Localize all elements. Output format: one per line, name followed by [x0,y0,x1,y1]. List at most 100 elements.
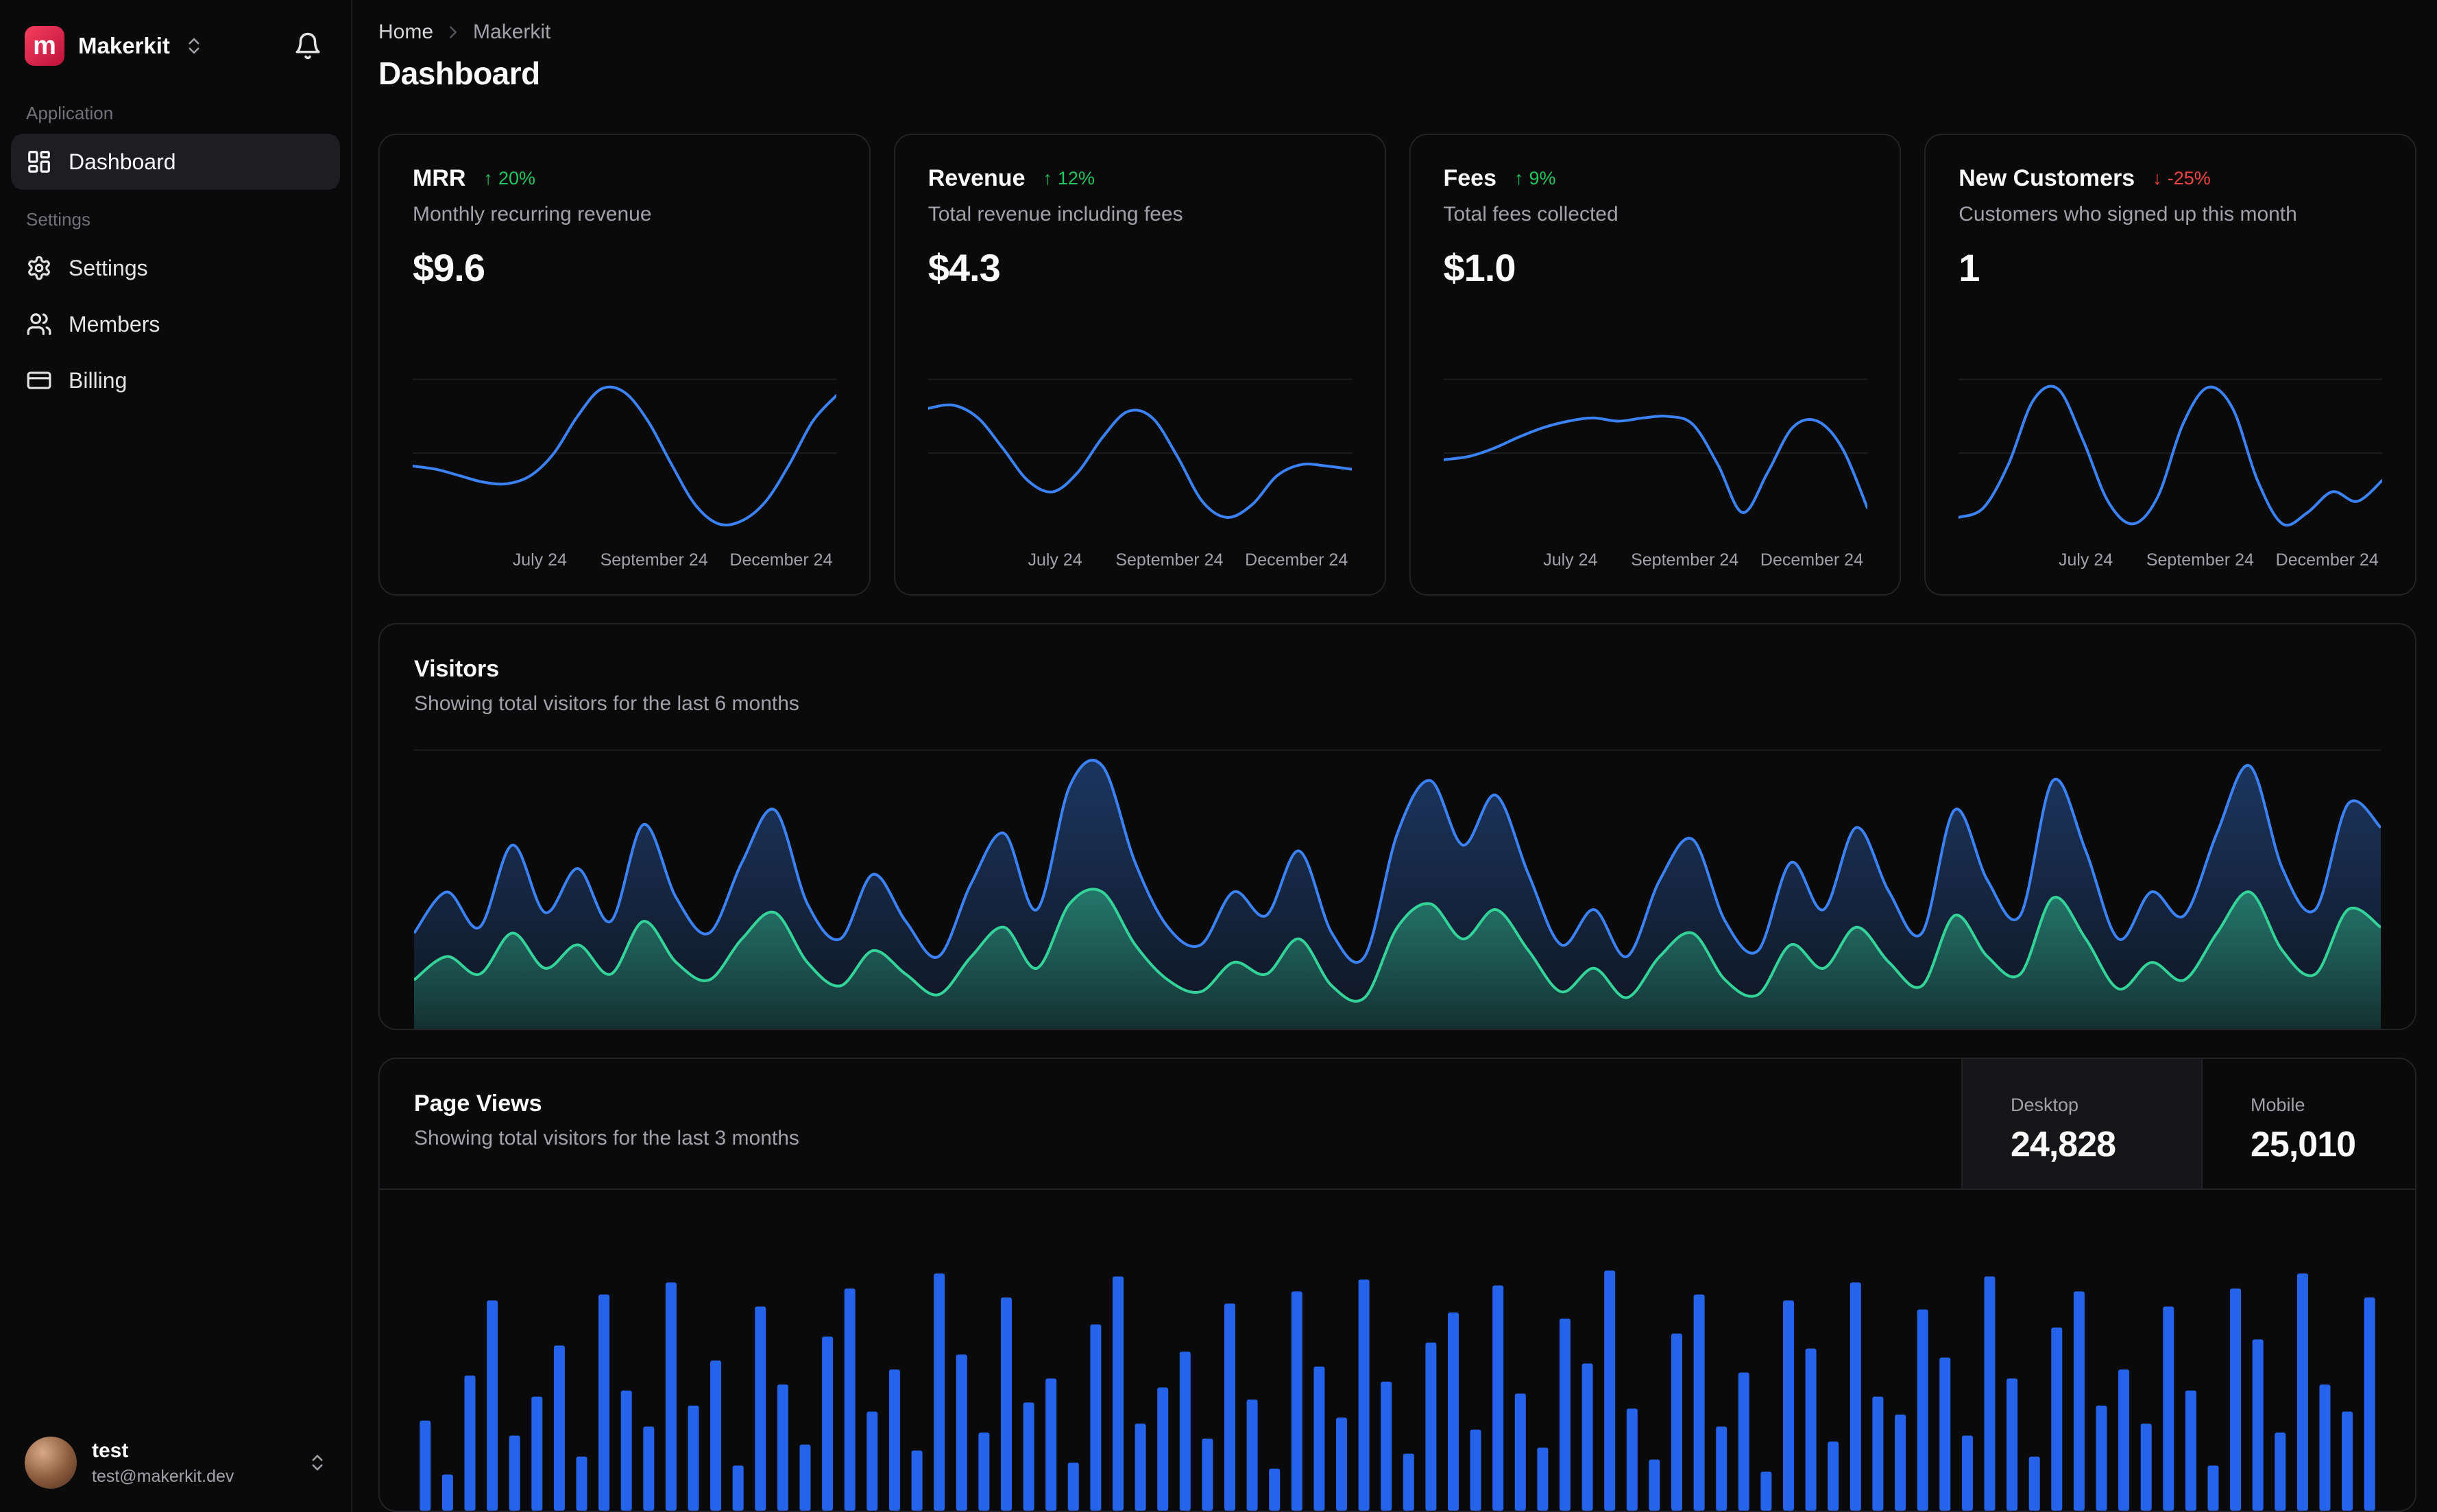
visitors-area-chart [413,747,2382,1029]
stat-value: $1.0 [1443,245,1516,289]
visitors-title: Visitors [414,655,500,682]
axis-tick: July 24 [512,550,567,570]
dashboard-icon [26,149,52,175]
axis-tick: September 24 [2146,550,2254,570]
user-menu[interactable]: test test@makerkit.dev [0,1416,351,1512]
chevrons-up-down-icon [307,1452,328,1473]
mrr-sparkline-chart [413,371,836,542]
axis-tick: December 24 [1760,550,1863,570]
stat-value: $4.3 [927,245,1001,289]
main-content: Home Makerkit Dashboard MRR ↑ 20% Monthl… [352,0,2437,1512]
nav-section-label-settings: Settings [26,209,90,230]
page-views-subtitle: Showing total visitors for the last 3 mo… [414,1126,799,1149]
visitors-subtitle: Showing total visitors for the last 6 mo… [414,692,799,715]
page-views-card: Page Views Showing total visitors for th… [378,1057,2416,1512]
stat-subtitle: Monthly recurring revenue [413,202,652,225]
axis-tick: September 24 [1631,550,1739,570]
credit-card-icon [26,367,52,393]
sidebar-item-dashboard[interactable]: Dashboard [11,134,340,190]
stat-subtitle: Total revenue including fees [927,202,1183,225]
axis-tick: July 24 [1028,550,1082,570]
workspace-switcher[interactable]: m Makerkit [0,0,351,84]
notifications-button[interactable] [288,26,328,66]
app-logo: m [25,26,64,66]
axis-tick: July 24 [1543,550,1598,570]
mobile-toggle-button[interactable]: Mobile 25,010 [2201,1058,2415,1188]
toggle-value: 24,828 [2011,1124,2116,1165]
stat-card-new-customers: New Customers ↓ -25% Customers who signe… [1924,133,2416,596]
x-axis-labels: July 24 September 24 December 24 [1959,550,2382,574]
trend-up-icon: ↑ [483,167,493,188]
logo-letter: m [33,31,56,60]
user-name: test [92,1439,129,1462]
x-axis-labels: July 24 September 24 December 24 [1444,550,1867,574]
trend-value: 12% [1057,167,1095,188]
chevron-right-icon [443,22,463,42]
trend-down-icon: ↓ [2153,167,2162,188]
trend-badge: ↑ 9% [1514,168,1556,189]
trend-value: -25% [2167,167,2211,188]
page-views-header: Page Views Showing total visitors for th… [380,1058,2415,1190]
axis-tick: September 24 [600,550,708,570]
sidebar-item-members[interactable]: Members [11,296,340,352]
x-axis-labels: July 24 September 24 December 24 [413,550,836,574]
toggle-label: Desktop [2011,1094,2079,1115]
sidebar-item-billing[interactable]: Billing [11,352,340,409]
toggle-value: 25,010 [2251,1124,2356,1165]
stat-cards-row: MRR ↑ 20% Monthly recurring revenue $9.6… [378,133,2416,596]
stat-subtitle: Total fees collected [1443,202,1618,225]
trend-badge: ↓ -25% [2153,168,2211,189]
x-axis-labels: July 24 September 24 December 24 [928,550,1352,574]
page-views-title: Page Views [414,1090,542,1117]
stat-card-revenue: Revenue ↑ 12% Total revenue including fe… [893,133,1386,596]
trend-value: 9% [1529,167,1556,188]
chevrons-up-down-icon [184,36,204,56]
user-meta: test test@makerkit.dev [92,1439,234,1487]
new-customers-sparkline-chart [1959,371,2383,542]
sidebar-item-label: Dashboard [69,149,176,174]
sidebar-item-label: Members [69,311,160,337]
page-views-bar-chart [414,1210,2381,1511]
axis-tick: July 24 [2058,550,2113,570]
page-title: Dashboard [378,56,540,91]
revenue-sparkline-chart [927,371,1352,542]
gear-icon [26,255,52,281]
stat-title: New Customers [1959,164,2135,191]
sidebar-item-label: Settings [69,255,148,280]
fees-sparkline-chart [1443,371,1867,542]
axis-tick: December 24 [2275,550,2379,570]
axis-tick: September 24 [1115,550,1224,570]
stat-value: $9.6 [413,245,485,289]
workspace-name: Makerkit [78,33,170,58]
app-root: m Makerkit Application Dashboard Setting… [0,0,2437,1512]
breadcrumb-home-link[interactable]: Home [378,21,433,44]
trend-badge: ↑ 20% [483,168,535,189]
axis-tick: December 24 [1245,550,1348,570]
axis-tick: December 24 [729,550,833,570]
user-email: test@makerkit.dev [92,1466,234,1486]
user-avatar [25,1437,77,1489]
trend-badge: ↑ 12% [1043,168,1095,189]
stat-card-fees: Fees ↑ 9% Total fees collected $1.0 July… [1409,133,1902,596]
sidebar: m Makerkit Application Dashboard Setting… [0,0,352,1512]
breadcrumb-current: Makerkit [473,21,551,43]
stat-card-mrr: MRR ↑ 20% Monthly recurring revenue $9.6… [378,133,871,596]
breadcrumb: Home Makerkit [378,21,2416,44]
stat-title: Fees [1443,164,1497,191]
stat-title: Revenue [927,164,1026,191]
sidebar-nav: Application Dashboard Settings Settings … [0,84,351,409]
trend-up-icon: ↑ [1043,167,1052,188]
trend-up-icon: ↑ [1514,167,1524,188]
desktop-toggle-button[interactable]: Desktop 24,828 [1961,1058,2201,1188]
nav-section-label-application: Application [26,103,114,123]
bell-icon [293,32,322,60]
users-icon [26,311,52,337]
stat-title: MRR [413,164,466,191]
stat-value: 1 [1959,245,1980,289]
visitors-card: Visitors Showing total visitors for the … [378,622,2416,1030]
stat-subtitle: Customers who signed up this month [1959,202,2297,225]
sidebar-item-label: Billing [69,367,128,393]
sidebar-item-settings[interactable]: Settings [11,240,340,296]
trend-value: 20% [498,167,535,188]
toggle-label: Mobile [2251,1094,2305,1115]
